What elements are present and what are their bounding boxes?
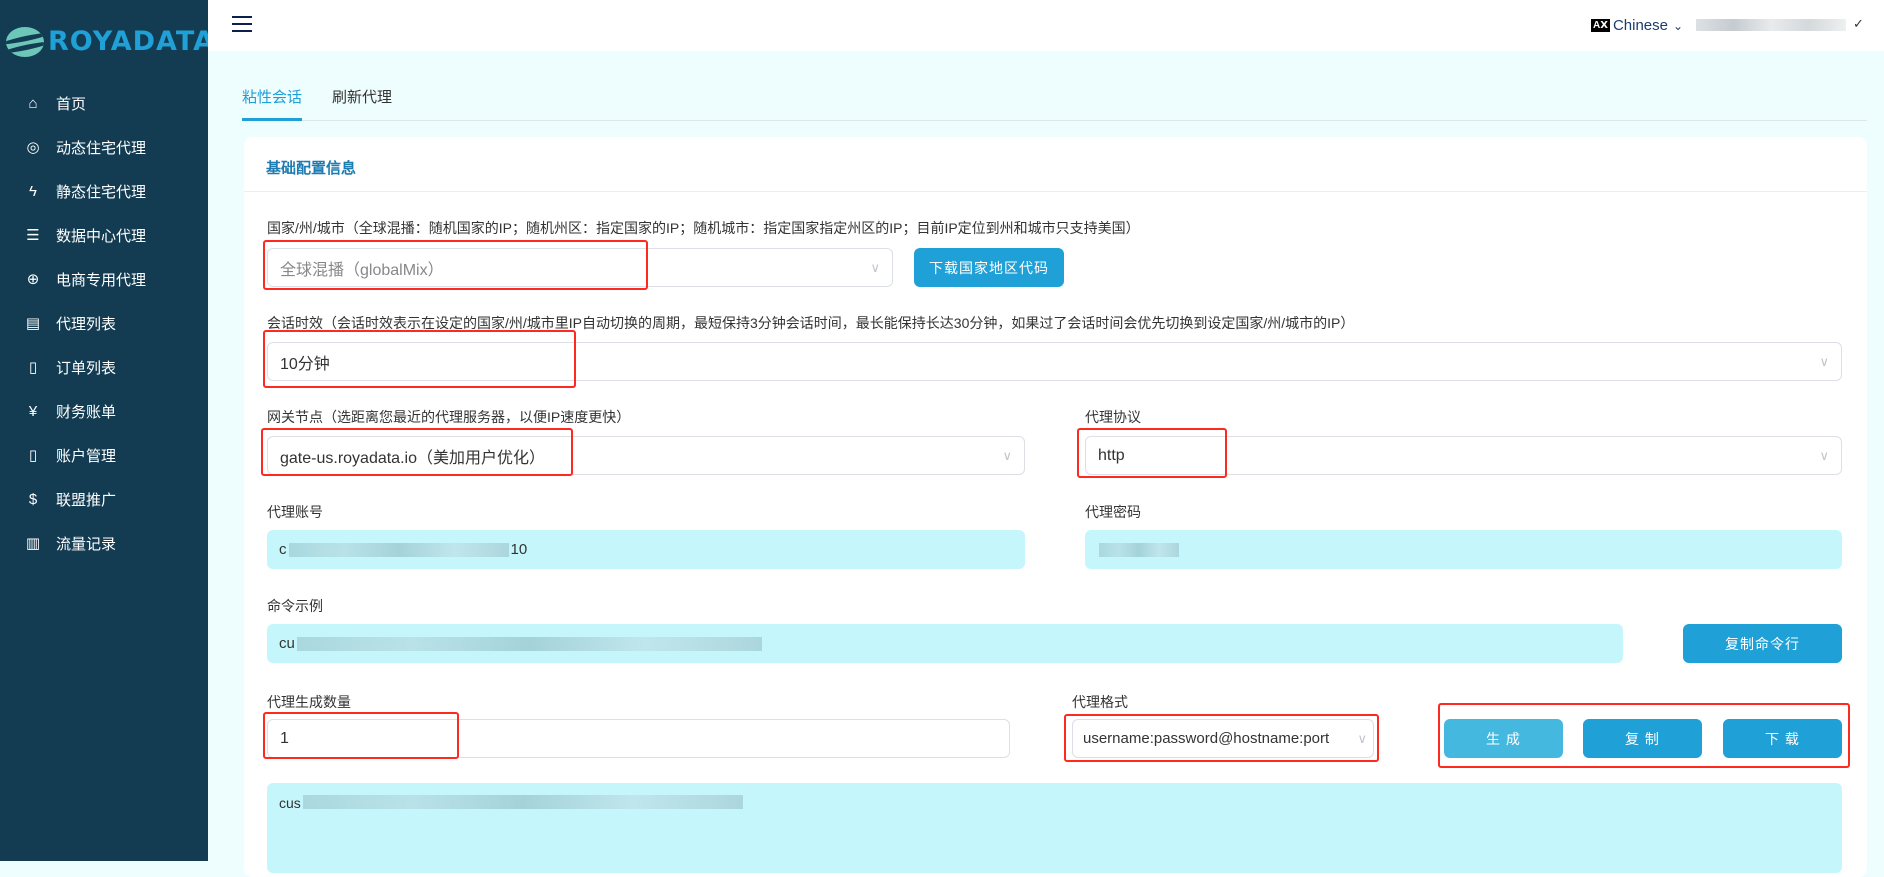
divider xyxy=(244,191,1867,192)
sidebar-item-1[interactable]: ◎ 动态住宅代理 xyxy=(0,125,208,169)
menu-toggle-icon[interactable] xyxy=(232,16,252,32)
language-selector[interactable]: AⅩ Chinese ⌄ xyxy=(1591,17,1683,34)
count-label: 代理生成数量 xyxy=(267,694,351,710)
card-title: 基础配置信息 xyxy=(266,160,357,177)
tab-rotating-proxy[interactable]: 刷新代理 xyxy=(332,86,392,121)
sidebar-item-label: 联盟推广 xyxy=(56,491,117,509)
command-field[interactable]: cu xyxy=(267,624,1623,663)
protocol-value: http xyxy=(1098,446,1125,464)
password-label: 代理密码 xyxy=(1085,504,1141,520)
sidebar-item-label: 首页 xyxy=(56,95,87,113)
output-value-start: cus xyxy=(279,795,301,811)
session-select[interactable]: 10分钟 ∨ xyxy=(267,342,1842,381)
copy-button[interactable]: 复 制 xyxy=(1583,719,1702,758)
redacted-text xyxy=(296,636,762,651)
sidebar-item-label: 电商专用代理 xyxy=(56,271,147,289)
session-value: 10分钟 xyxy=(280,355,330,373)
store-icon: ▤ xyxy=(25,315,41,332)
location-pin-icon: ◎ xyxy=(26,139,40,156)
copy-command-button[interactable]: 复制命令行 xyxy=(1683,624,1842,663)
protocol-label: 代理协议 xyxy=(1085,409,1141,425)
lightning-icon: ϟ xyxy=(29,182,37,200)
command-value-start: cu xyxy=(279,635,295,652)
sidebar-item-10[interactable]: ▥ 流量记录 xyxy=(0,521,208,565)
sidebar-item-0[interactable]: ⌂ 首页 xyxy=(0,81,208,125)
session-label: 会话时效（会话时效表示在设定的国家/州/城市里IP自动切换的周期，最短保持3分钟… xyxy=(267,315,1355,331)
account-label: 代理账号 xyxy=(267,504,323,520)
sidebar-item-label: 财务账单 xyxy=(56,403,117,421)
gateway-value: gate-us.royadata.io（美加用户优化） xyxy=(280,449,545,467)
protocol-select[interactable]: http ∨ xyxy=(1085,436,1842,475)
sidebar-item-9[interactable]: $ 联盟推广 xyxy=(0,477,208,521)
sidebar-item-label: 账户管理 xyxy=(56,447,117,465)
sidebar-item-label: 动态住宅代理 xyxy=(56,139,147,157)
sidebar-item-3[interactable]: ☰ 数据中心代理 xyxy=(0,213,208,257)
format-label: 代理格式 xyxy=(1072,694,1128,710)
password-field[interactable] xyxy=(1085,530,1842,569)
download-button[interactable]: 下 载 xyxy=(1723,719,1842,758)
redacted-text xyxy=(288,542,509,557)
account-icon: ▯ xyxy=(28,447,38,464)
sidebar-item-4[interactable]: ⊕ 电商专用代理 xyxy=(0,257,208,301)
home-icon: ⌂ xyxy=(28,94,38,112)
output-textarea[interactable]: cus xyxy=(267,783,1842,873)
count-input[interactable] xyxy=(267,719,1010,758)
gateway-label: 网关节点（选距离您最近的代理服务器，以便IP速度更快） xyxy=(267,409,631,425)
language-label: Chinese xyxy=(1612,17,1668,34)
translate-icon: AⅩ xyxy=(1591,19,1610,32)
sidebar-item-2[interactable]: ϟ 静态住宅代理 xyxy=(0,169,208,213)
chevron-down-icon[interactable]: ✓ xyxy=(1853,16,1864,32)
chevron-down-icon: ∨ xyxy=(1819,353,1829,369)
format-select[interactable]: username:password@hostname:port ∨ xyxy=(1072,719,1374,758)
globe-icon: ⊕ xyxy=(26,271,40,288)
sidebar-item-6[interactable]: ▯ 订单列表 xyxy=(0,345,208,389)
sidebar-item-label: 订单列表 xyxy=(56,359,117,377)
server-icon: ☰ xyxy=(26,227,40,244)
user-menu[interactable] xyxy=(1696,19,1846,31)
chevron-down-icon: ∨ xyxy=(870,259,880,275)
sidebar-item-7[interactable]: ¥ 财务账单 xyxy=(0,389,208,433)
chevron-down-icon: ∨ xyxy=(1357,730,1367,746)
sidebar-nav: ⌂ 首页 ◎ 动态住宅代理 ϟ 静态住宅代理 ☰ 数据中心代理 ⊕ 电商专用代理 ▤ 代理列表 ▯ 订单列… xyxy=(0,81,208,565)
generate-button[interactable]: 生 成 xyxy=(1444,719,1563,758)
account-value-start: c xyxy=(279,541,287,558)
tab-sticky-session[interactable]: 粘性会话 xyxy=(242,86,302,121)
sidebar-item-label: 数据中心代理 xyxy=(56,227,147,245)
gateway-select[interactable]: gate-us.royadata.io（美加用户优化） ∨ xyxy=(267,436,1025,475)
tabs: 粘性会话 刷新代理 xyxy=(242,86,1867,121)
sidebar-item-label: 静态住宅代理 xyxy=(56,183,147,201)
order-search-icon: ▯ xyxy=(28,359,38,376)
bill-icon: ¥ xyxy=(28,402,38,420)
top-header: AⅩ Chinese ⌄ ✓ xyxy=(208,0,1884,51)
sidebar: ROYADATA ⌂ 首页 ◎ 动态住宅代理 ϟ 静态住宅代理 ☰ 数据中心代理 ⊕ 电商专用代理… xyxy=(0,0,214,861)
command-label: 命令示例 xyxy=(267,598,323,614)
account-field[interactable]: c 10 xyxy=(267,530,1025,569)
chevron-down-icon: ∨ xyxy=(1002,447,1012,463)
sidebar-item-5[interactable]: ▤ 代理列表 xyxy=(0,301,208,345)
chevron-down-icon: ⌄ xyxy=(1672,18,1684,33)
country-value: 全球混播（globalMix） xyxy=(280,261,444,279)
redacted-text xyxy=(1099,542,1179,557)
sidebar-item-label: 代理列表 xyxy=(56,315,117,333)
account-value-end: 10 xyxy=(510,541,528,558)
download-country-codes-button[interactable]: 下载国家地区代码 xyxy=(914,248,1064,287)
logo[interactable]: ROYADATA xyxy=(6,26,215,57)
bar-chart-icon: ▥ xyxy=(25,535,41,552)
chevron-down-icon: ∨ xyxy=(1819,447,1829,463)
logo-text: ROYADATA xyxy=(48,26,216,57)
dollar-icon: $ xyxy=(28,490,38,508)
sidebar-item-8[interactable]: ▯ 账户管理 xyxy=(0,433,208,477)
logo-mark-icon xyxy=(6,26,44,57)
redacted-text xyxy=(302,795,743,809)
format-value: username:password@hostname:port xyxy=(1083,730,1330,747)
sidebar-item-label: 流量记录 xyxy=(56,535,117,553)
country-select[interactable]: 全球混播（globalMix） ∨ xyxy=(267,248,893,287)
country-label: 国家/州/城市（全球混播：随机国家的IP；随机州区：指定国家的IP；随机城市：指… xyxy=(267,220,1140,236)
